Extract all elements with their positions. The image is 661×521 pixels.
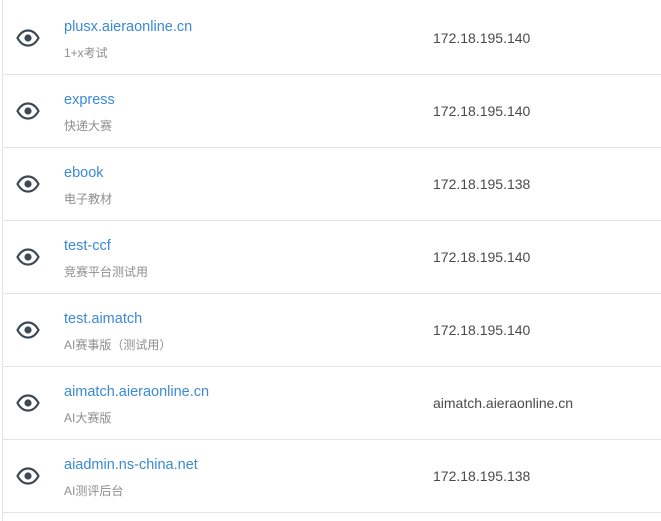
site-address: 172.18.195.138 bbox=[433, 468, 531, 484]
eye-icon[interactable] bbox=[16, 29, 40, 47]
site-name-link[interactable]: plusx.aieraonline.cn bbox=[64, 19, 192, 35]
site-name-link[interactable]: test.aimatch bbox=[64, 311, 142, 327]
site-address: 172.18.195.140 bbox=[433, 30, 531, 46]
eye-icon[interactable] bbox=[16, 175, 40, 193]
site-description: 快递大赛 bbox=[64, 119, 113, 133]
site-address: aimatch.aieraonline.cn bbox=[433, 395, 574, 411]
eye-icon[interactable] bbox=[16, 394, 40, 412]
site-name-link[interactable]: express bbox=[64, 92, 115, 108]
site-description: AI测评后台 bbox=[64, 484, 124, 498]
list-item: test-ccf 竞赛平台测试用 172.18.195.140 bbox=[3, 221, 661, 294]
site-address: 172.18.195.138 bbox=[433, 176, 531, 192]
list-item: aiadmin.ns-china.net AI测评后台 172.18.195.1… bbox=[3, 440, 661, 513]
site-name-link[interactable]: aimatch.aieraonline.cn bbox=[64, 384, 209, 400]
site-address: 172.18.195.140 bbox=[433, 103, 531, 119]
site-description: 1+x考试 bbox=[64, 46, 108, 60]
site-description: AI赛事版（测试用） bbox=[64, 338, 172, 352]
list-item: ebook 电子教材 172.18.195.138 bbox=[3, 148, 661, 221]
site-description: 电子教材 bbox=[64, 192, 113, 206]
list-item: aimatch.aieraonline.cn AI大赛版 aimatch.aie… bbox=[3, 367, 661, 440]
site-address: 172.18.195.140 bbox=[433, 322, 531, 338]
list-item: test.aimatch AI赛事版（测试用） 172.18.195.140 bbox=[3, 294, 661, 367]
site-description: AI大赛版 bbox=[64, 411, 112, 425]
eye-icon[interactable] bbox=[16, 321, 40, 339]
eye-icon[interactable] bbox=[16, 102, 40, 120]
site-description: 竞赛平台测试用 bbox=[64, 265, 149, 279]
site-address: 172.18.195.140 bbox=[433, 249, 531, 265]
site-name-link[interactable]: ebook bbox=[64, 165, 104, 181]
eye-icon[interactable] bbox=[16, 467, 40, 485]
list-item: plusx.aieraonline.cn 1+x考试 172.18.195.14… bbox=[3, 2, 661, 75]
list-item: express 快递大赛 172.18.195.140 bbox=[3, 75, 661, 148]
site-name-link[interactable]: test-ccf bbox=[64, 238, 111, 254]
site-name-link[interactable]: aiadmin.ns-china.net bbox=[64, 457, 198, 473]
site-list: plusx.aieraonline.cn 1+x考试 172.18.195.14… bbox=[0, 0, 661, 521]
eye-icon[interactable] bbox=[16, 248, 40, 266]
